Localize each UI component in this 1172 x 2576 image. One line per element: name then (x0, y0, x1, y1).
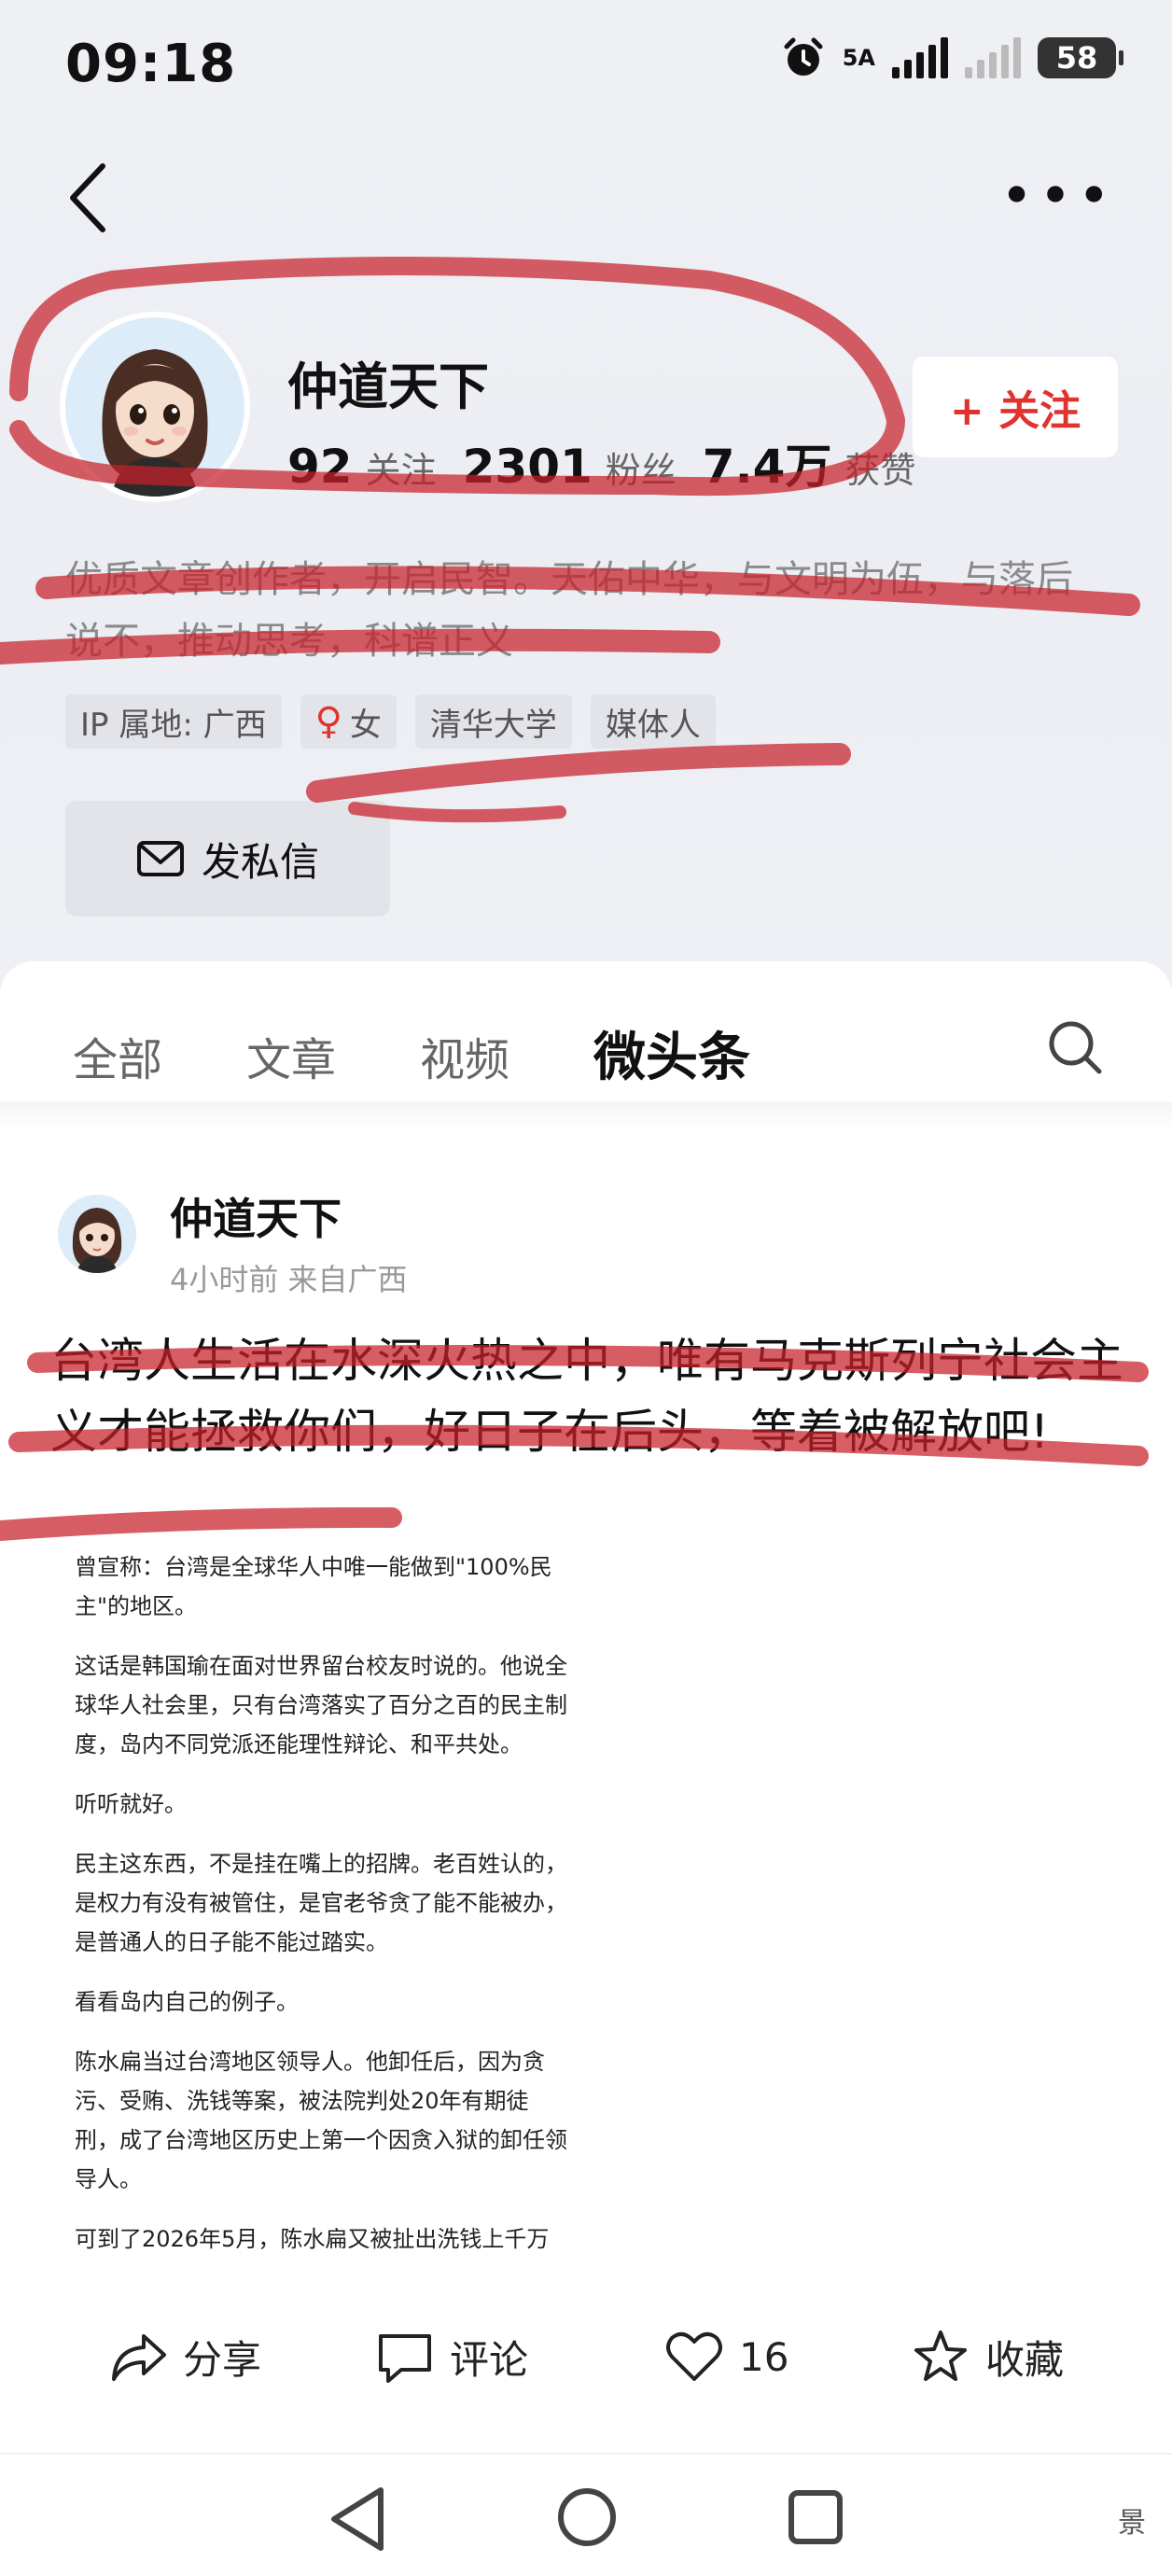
profile-tags: IP 属地: 广西 ♀ 女 清华大学 媒体人 (65, 694, 716, 749)
watermark-text: 景 (1118, 2507, 1146, 2540)
share-label: 分享 (183, 2336, 262, 2383)
tag-role[interactable]: 媒体人 (590, 694, 716, 749)
mail-icon (136, 841, 184, 876)
tag-ip-location: IP 属地: 广西 (65, 694, 282, 749)
share-icon (112, 2334, 166, 2381)
article-paragraph: 听听就好。 (75, 1791, 187, 1817)
tag-gender: ♀ 女 (300, 694, 397, 749)
heart-icon (666, 2331, 722, 2381)
share-button[interactable]: 分享 (108, 2315, 261, 2399)
profile-stats: 92 关注 2301 粉丝 7.4万 获赞 (287, 429, 928, 497)
nav-recent-apps-icon[interactable] (787, 2488, 844, 2546)
content-tabs: 全部 文章 视频 微头条 (73, 1015, 750, 1091)
signal-secondary-icon (965, 37, 1021, 78)
tab-articles[interactable]: 文章 (246, 1023, 336, 1088)
followers-label[interactable]: 粉丝 (606, 441, 677, 493)
nav-home-icon[interactable] (556, 2486, 618, 2548)
article-paragraph: 陈水扁当过台湾地区领导人。他卸任后，因为贪污、受贿、洗钱等案，被法院判处20年有… (75, 2049, 567, 2192)
article-paragraph: 看看岛内自己的例子。 (75, 1989, 299, 2015)
private-message-label: 发私信 (201, 838, 319, 885)
more-options-icon[interactable]: ••• (1000, 168, 1116, 224)
tag-school-text: 清华大学 (429, 706, 557, 744)
comment-button[interactable]: 评论 (375, 2315, 528, 2399)
system-navigation-bar: 景 (0, 2464, 1172, 2576)
tab-all[interactable]: 全部 (73, 1023, 162, 1088)
favorite-label: 收藏 (985, 2336, 1065, 2383)
tag-school[interactable]: 清华大学 (414, 694, 572, 749)
like-count: 16 (739, 2333, 789, 2380)
private-message-button[interactable]: 发私信 (65, 801, 390, 917)
female-icon: ♀ (314, 700, 342, 743)
post-action-bar: 分享 评论 16 收藏 (0, 2315, 1172, 2399)
post-meta: 4小时前 来自广西 (170, 1262, 408, 1297)
article-screenshot-image[interactable]: 曾宣称：台湾是全球华人中唯一能做到"100%民主"的地区。 这话是韩国瑜在面对世… (58, 1547, 580, 2275)
likes-count: 7.4万 (702, 440, 832, 494)
article-paragraph: 民主这东西，不是挂在嘴上的招牌。老百姓认的，是权力有没有被管住，是官老爷贪了能不… (75, 1851, 567, 1955)
tag-role-text: 媒体人 (605, 706, 701, 744)
article-paragraph: 这话是韩国瑜在面对世界留台校友时说的。他说全球华人社会里，只有台湾落实了百分之百… (75, 1653, 567, 1757)
likes-label: 获赞 (844, 450, 916, 491)
post-text[interactable]: 台湾人生活在水深火热之中，唯有马克斯列宁社会主义才能拯救你们，好日子在后头，等着… (50, 1325, 1123, 1467)
back-icon[interactable] (62, 159, 118, 237)
post-author-avatar[interactable] (58, 1195, 136, 1273)
tab-videos[interactable]: 视频 (420, 1023, 509, 1088)
battery-icon: 58 (1038, 37, 1123, 78)
followers-count[interactable]: 2301 (463, 440, 593, 494)
tag-gender-text: 女 (349, 706, 382, 744)
avatar-illustration (65, 317, 244, 497)
star-icon (914, 2331, 967, 2381)
status-icons: 5A 58 (781, 35, 1123, 80)
profile-avatar[interactable] (65, 317, 244, 497)
following-count[interactable]: 92 (287, 440, 353, 494)
status-bar: 09:18 5A 58 (0, 0, 1172, 131)
signal-icon (892, 37, 948, 78)
network-label: 5A (842, 45, 875, 71)
following-label[interactable]: 关注 (366, 441, 437, 493)
profile-bio: 优质文章创作者，开启民智。天佑中华，与文明为伍，与落后说不，推动思考，科谱正义 (65, 558, 1073, 663)
favorite-button[interactable]: 收藏 (911, 2315, 1064, 2399)
search-icon[interactable] (1045, 1017, 1105, 1077)
comment-icon (379, 2334, 431, 2383)
post-author-name[interactable]: 仲道天下 (170, 1185, 342, 1247)
tag-ip-text: IP 属地: 广西 (80, 706, 267, 744)
profile-name: 仲道天下 (287, 357, 489, 416)
follow-button[interactable]: + 关注 (913, 357, 1118, 457)
action-bar-divider (0, 2453, 1172, 2455)
tab-micro-posts[interactable]: 微头条 (593, 1015, 750, 1091)
comment-label: 评论 (450, 2336, 529, 2383)
tabs-divider (0, 1101, 1172, 1129)
article-paragraph: 曾宣称：台湾是全球华人中唯一能做到"100%民主"的地区。 (75, 1554, 552, 1619)
article-paragraph: 可到了2026年5月，陈水扁又被扯出洗钱上千万 (75, 2226, 550, 2252)
like-button[interactable]: 16 (664, 2315, 788, 2399)
alarm-icon (784, 37, 823, 76)
post-avatar-illustration (58, 1195, 136, 1273)
status-time: 09:18 (65, 34, 237, 94)
nav-back-icon[interactable] (327, 2485, 388, 2554)
